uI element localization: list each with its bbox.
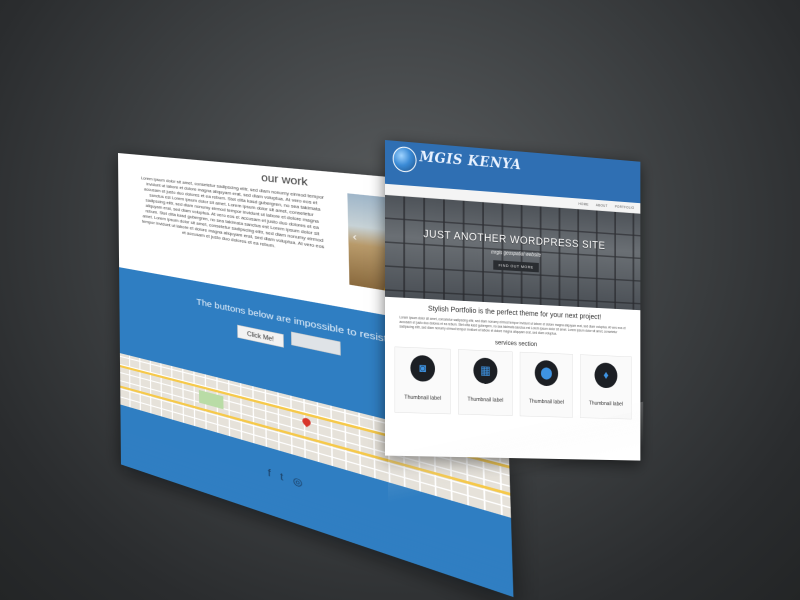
service-card[interactable]: ▦ Thumbnail label <box>458 349 513 416</box>
click-me-button[interactable]: Click Me! <box>237 324 285 348</box>
thumbnail-label: Thumbnail label <box>467 396 504 404</box>
map-icon: ▦ <box>473 357 498 385</box>
site-logo[interactable]: MGIS KENYA <box>419 148 521 173</box>
secondary-button[interactable] <box>290 331 341 356</box>
camera-icon: ◙ <box>410 354 436 383</box>
services-section: services section ◙ Thumbnail label ▦ Thu… <box>385 331 641 420</box>
hero-section: JUST ANOTHER WORDPRESS SITE mrgis geospa… <box>385 194 641 311</box>
carousel-prev-icon[interactable]: ‹ <box>353 232 357 244</box>
map-marker-icon: ⬤ <box>534 359 559 387</box>
service-card[interactable]: ⬤ Thumbnail label <box>519 351 573 418</box>
thumbnail-label: Thumbnail label <box>528 398 564 406</box>
map-marker-icon[interactable] <box>300 416 313 428</box>
thumbnail-label: Thumbnail label <box>404 394 442 402</box>
globe-logo-icon <box>392 145 417 174</box>
service-card[interactable]: ◙ Thumbnail label <box>394 346 451 415</box>
pin-icon: ♦ <box>594 362 618 389</box>
